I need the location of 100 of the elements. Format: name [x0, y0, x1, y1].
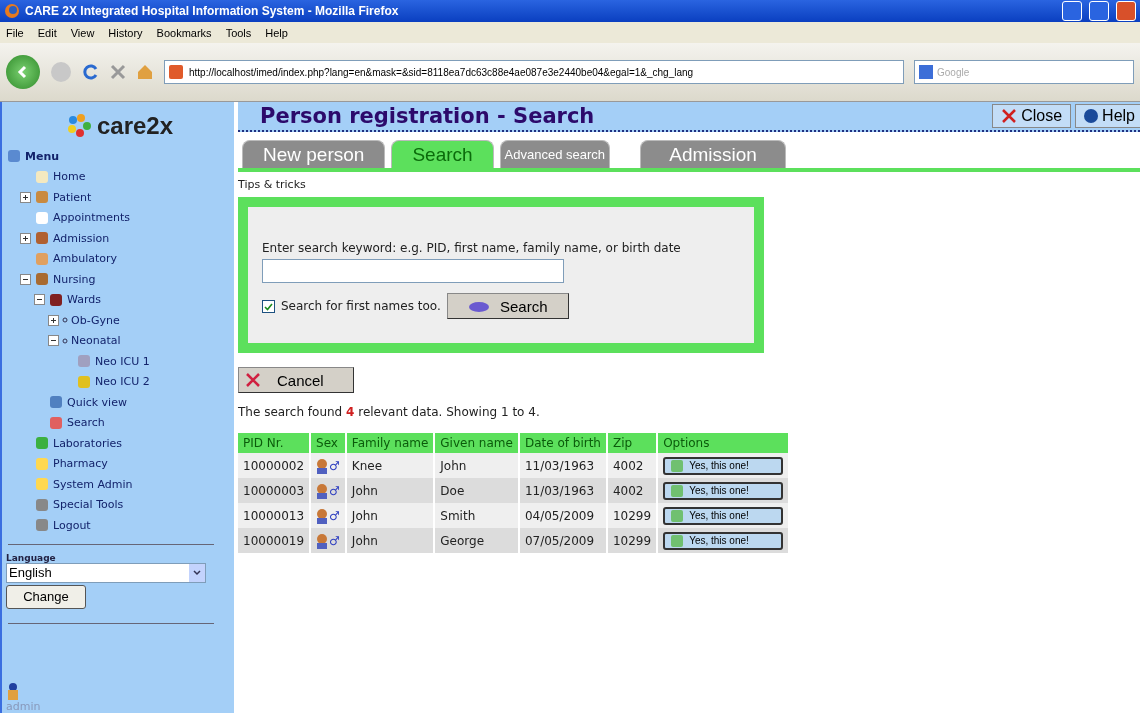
care2x-logo: care2x: [6, 106, 234, 146]
menu-item[interactable]: Tools: [225, 26, 252, 39]
person-icon: [316, 482, 329, 499]
menu-item[interactable]: Neo ICU 1: [95, 354, 150, 368]
table-cell: 10000003: [238, 478, 311, 503]
sex-symbol: ♂: [329, 508, 340, 523]
menu-item[interactable]: Wards: [67, 293, 101, 307]
menu-item[interactable]: Home: [53, 170, 86, 184]
column-header: Family name: [345, 433, 435, 453]
cancel-button[interactable]: Cancel: [238, 367, 354, 393]
menu-item[interactable]: Ob-Gyne: [71, 313, 120, 327]
address-bar[interactable]: http://localhost/imed/index.php?lang=en&mask=&sid=8118ea7dc63c88e4ae087e3e2440be04&egal=1&_chg_lang: [164, 60, 904, 84]
cancel-icon: [245, 372, 261, 388]
menu-item-icon: [48, 291, 64, 308]
menu-item[interactable]: Quick view: [67, 395, 127, 409]
menu-item[interactable]: Neonatal: [71, 334, 121, 348]
collapse-toggle[interactable]: [34, 294, 45, 306]
search-input[interactable]: [262, 259, 564, 283]
menu-item[interactable]: Nursing: [53, 272, 96, 286]
person-icon: [316, 507, 329, 524]
select-patient-button[interactable]: Yes, this one!: [663, 506, 784, 525]
minimize-button[interactable]: [1062, 1, 1082, 21]
table-cell: George: [434, 528, 519, 553]
table-cell: 10299: [606, 528, 658, 553]
menu-item-icon: [48, 414, 64, 431]
expand-toggle[interactable]: [48, 314, 59, 326]
table-cell: 4002: [606, 453, 658, 478]
menu-item[interactable]: Pharmacy: [53, 457, 108, 471]
menu-item[interactable]: Admission: [53, 231, 110, 245]
menu-item[interactable]: History: [108, 26, 143, 39]
bullet-icon: [62, 337, 68, 344]
select-patient-button[interactable]: Yes, this one!: [663, 456, 784, 475]
table-cell: 11/03/1963: [518, 453, 607, 478]
dropdown-caret-icon: [193, 569, 201, 576]
table-cell: John: [345, 528, 435, 553]
result-summary: The search found 4 relevant data. Showing 1 to 4.: [238, 405, 540, 419]
page-title: Person registration - Search: [259, 104, 595, 128]
back-button[interactable]: [6, 55, 40, 89]
menu-item[interactable]: Search: [67, 416, 105, 430]
menu-item[interactable]: Neo ICU 2: [95, 375, 150, 389]
table-cell: John: [345, 503, 435, 528]
menu-item-icon: [34, 517, 50, 534]
menu-icon: [6, 148, 22, 165]
select-patient-button[interactable]: Yes, this one!: [663, 531, 784, 550]
menu-item[interactable]: File: [6, 26, 24, 39]
menu-item[interactable]: Special Tools: [53, 498, 124, 512]
sex-symbol: ♂: [329, 533, 340, 548]
sex-symbol: ♂: [329, 458, 340, 473]
menu-item-icon: [34, 271, 50, 288]
menu-item[interactable]: View: [70, 26, 95, 39]
table-cell: John: [345, 478, 435, 503]
menu-item[interactable]: Edit: [37, 26, 57, 39]
expand-toggle[interactable]: [20, 191, 31, 203]
menu-item-icon: [34, 168, 50, 185]
collapse-toggle[interactable]: [20, 273, 31, 285]
search-engine-icon: [919, 65, 933, 79]
language-select[interactable]: English: [6, 562, 206, 583]
expand-toggle[interactable]: [20, 232, 31, 244]
tab[interactable]: Search: [391, 140, 494, 168]
menu-item-icon: [34, 250, 50, 267]
column-header: Options: [657, 433, 790, 453]
table-cell: 10000013: [238, 503, 311, 528]
menu-item-icon: [34, 476, 50, 493]
menu-item-icon: [76, 353, 92, 370]
column-header: Given name: [434, 433, 519, 453]
url-text: http://localhost/imed/index.php?lang=en&mask=&sid=8118ea7dc63c88e4ae087e3e2440be04&egal=1&_chg_lang: [189, 66, 694, 78]
menu-item[interactable]: Help: [265, 26, 288, 39]
menu-item[interactable]: Logout: [53, 518, 91, 532]
menu-item[interactable]: Ambulatory: [53, 252, 118, 266]
help-button[interactable]: Help: [1075, 104, 1140, 128]
close-button[interactable]: [1116, 1, 1136, 21]
sex-symbol: ♂: [329, 483, 340, 498]
tips-link[interactable]: Tips & tricks: [238, 172, 306, 193]
menu-item[interactable]: System Admin: [53, 477, 133, 491]
language-label: Language: [6, 552, 57, 563]
table-cell: 07/05/2009: [518, 528, 607, 553]
table-cell: Knee: [345, 453, 435, 478]
close-icon: [1001, 108, 1018, 124]
collapse-toggle[interactable]: [48, 335, 59, 347]
person-icon: [316, 532, 329, 549]
menu-item-icon: [34, 455, 50, 472]
menu-item[interactable]: Bookmarks: [156, 26, 212, 39]
column-header: PID Nr.: [238, 433, 311, 453]
maximize-button[interactable]: [1089, 1, 1109, 21]
column-header: Date of birth: [518, 433, 607, 453]
window-title: CARE 2X Integrated Hospital Information System - Mozilla Firefox: [25, 4, 400, 18]
reload-icon[interactable]: [82, 63, 100, 81]
menu-item[interactable]: Patient: [53, 190, 92, 204]
table-cell: 10299: [606, 503, 658, 528]
user-icon: [6, 682, 20, 700]
close-page-button[interactable]: Close: [992, 104, 1072, 128]
menu-item[interactable]: Appointments: [53, 211, 131, 225]
menu-item[interactable]: Laboratories: [53, 436, 122, 450]
column-header: Sex: [310, 433, 346, 453]
checkbox[interactable]: [262, 299, 275, 313]
search-prompt: Enter search keyword: e.g. PID, first name, family name, or birth date: [262, 241, 682, 255]
change-button[interactable]: Change: [6, 584, 86, 609]
column-header: Zip: [606, 433, 658, 453]
select-patient-button[interactable]: Yes, this one!: [663, 481, 784, 500]
search-button[interactable]: Search: [446, 293, 569, 319]
